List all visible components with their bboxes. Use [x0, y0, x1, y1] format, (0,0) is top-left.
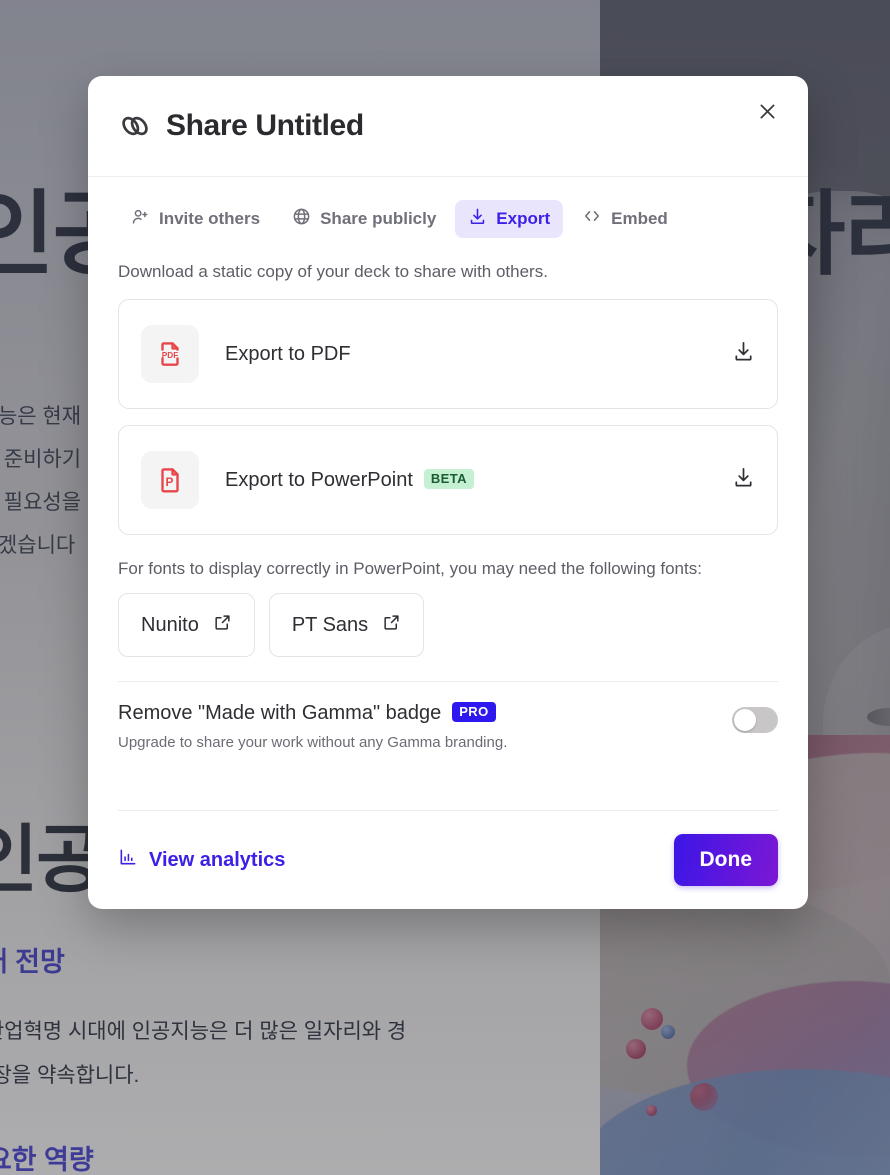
toggle-knob — [734, 709, 756, 731]
tab-label: Export — [496, 208, 551, 228]
svg-text:P: P — [166, 475, 174, 489]
tab-invite-others[interactable]: Invite others — [118, 200, 273, 238]
tab-label: Embed — [611, 208, 668, 228]
export-option-label: Export to PDF — [225, 342, 351, 365]
powerpoint-file-icon: P — [141, 451, 199, 509]
tab-label: Invite others — [159, 208, 261, 228]
export-description: Download a static copy of your deck to s… — [118, 262, 548, 281]
user-plus-icon — [131, 207, 150, 231]
tab-embed[interactable]: Embed — [569, 199, 681, 238]
fonts-note: For fonts to display correctly in PowerP… — [118, 559, 702, 578]
remove-badge-subtitle: Upgrade to share your work without any G… — [118, 734, 508, 751]
download-icon[interactable] — [732, 340, 755, 368]
tab-label: Share publicly — [320, 208, 437, 228]
view-analytics-label: View analytics — [149, 848, 286, 871]
download-icon[interactable] — [732, 466, 755, 494]
page-title: Share Untitled — [166, 109, 364, 142]
font-chip-label: Nunito — [141, 613, 199, 636]
code-icon — [582, 206, 602, 231]
share-tabs: Invite others Share publicly Export Embe… — [118, 199, 778, 238]
remove-badge-title-text: Remove "Made with Gamma" badge — [118, 702, 442, 724]
download-icon — [468, 207, 487, 231]
pdf-file-icon: PDF — [141, 325, 199, 383]
done-button[interactable]: Done — [673, 834, 778, 886]
dialog-footer: View analytics Done — [118, 810, 778, 909]
view-analytics-link[interactable]: View analytics — [118, 847, 285, 873]
font-chip-nunito[interactable]: Nunito — [118, 593, 255, 657]
share-dialog: Share Untitled Invite others Share publi… — [88, 76, 808, 909]
dialog-body: Invite others Share publicly Export Embe… — [88, 177, 808, 810]
font-chip-pt-sans[interactable]: PT Sans — [268, 593, 425, 657]
tab-share-publicly[interactable]: Share publicly — [279, 200, 449, 238]
remove-badge-row: Remove "Made with Gamma" badge PRO Upgrad… — [118, 682, 778, 751]
external-link-icon — [213, 613, 232, 638]
remove-badge-text: Remove "Made with Gamma" badge PRO Upgrad… — [118, 702, 732, 751]
remove-badge-toggle[interactable] — [732, 707, 778, 733]
bar-chart-icon — [118, 847, 138, 873]
export-to-powerpoint-card[interactable]: P Export to PowerPoint BETA — [118, 425, 778, 535]
globe-icon — [292, 207, 311, 231]
dialog-header: Share Untitled — [88, 76, 808, 177]
pro-badge: PRO — [452, 702, 496, 722]
beta-badge: BETA — [423, 468, 474, 489]
export-option-text: Export to PowerPoint — [225, 468, 413, 491]
export-to-pdf-card[interactable]: PDF Export to PDF — [118, 299, 778, 409]
font-chip-label: PT Sans — [291, 613, 369, 636]
font-chip-list: Nunito PT Sans — [118, 593, 778, 657]
remove-badge-title: Remove "Made with Gamma" badge PRO — [118, 702, 732, 725]
chain-link-icon — [118, 109, 152, 143]
close-icon[interactable] — [750, 94, 784, 128]
external-link-icon — [382, 613, 401, 638]
export-option-label: Export to PowerPoint BETA — [225, 468, 474, 492]
tab-export[interactable]: Export — [455, 199, 564, 238]
svg-text:PDF: PDF — [162, 351, 179, 360]
